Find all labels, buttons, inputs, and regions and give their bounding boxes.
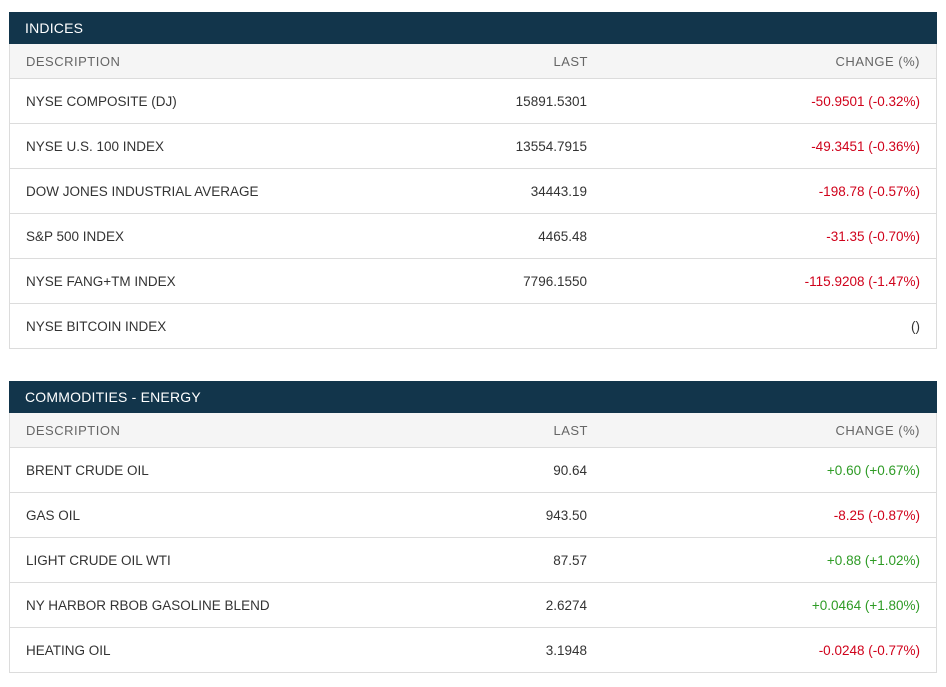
- indices-table-header: DESCRIPTION LAST CHANGE (%): [10, 44, 936, 79]
- row-change: -115.9208 (-1.47%): [804, 273, 920, 289]
- row-last: 15891.5301: [515, 93, 587, 109]
- table-row[interactable]: NYSE COMPOSITE (DJ) 15891.5301 -50.9501 …: [10, 79, 936, 124]
- row-description[interactable]: BRENT CRUDE OIL: [10, 463, 330, 478]
- energy-table: DESCRIPTION LAST CHANGE (%) BRENT CRUDE …: [9, 413, 937, 673]
- indices-panel: INDICES DESCRIPTION LAST CHANGE (%) NYSE…: [9, 12, 937, 349]
- column-header-last: LAST: [553, 422, 588, 438]
- row-last: 3.1948: [545, 642, 587, 658]
- row-last: 13554.7915: [515, 138, 587, 154]
- row-change: -8.25 (-0.87%): [833, 507, 920, 523]
- row-description[interactable]: NY HARBOR RBOB GASOLINE BLEND: [10, 598, 330, 613]
- row-description[interactable]: HEATING OIL: [10, 643, 330, 658]
- column-header-change: CHANGE (%): [835, 53, 920, 69]
- column-header-change: CHANGE (%): [835, 422, 920, 438]
- indices-table: DESCRIPTION LAST CHANGE (%) NYSE COMPOSI…: [9, 44, 937, 349]
- row-last: 34443.19: [530, 183, 587, 199]
- table-row[interactable]: BRENT CRUDE OIL 90.64 +0.60 (+0.67%): [10, 448, 936, 493]
- column-header-description: DESCRIPTION: [26, 53, 121, 69]
- row-change: -31.35 (-0.70%): [826, 228, 920, 244]
- row-last: 7796.1550: [523, 273, 587, 289]
- market-data-page: INDICES DESCRIPTION LAST CHANGE (%) NYSE…: [0, 0, 946, 687]
- table-row[interactable]: S&P 500 INDEX 4465.48 -31.35 (-0.70%): [10, 214, 936, 259]
- table-row[interactable]: DOW JONES INDUSTRIAL AVERAGE 34443.19 -1…: [10, 169, 936, 214]
- row-change: -0.0248 (-0.77%): [818, 642, 920, 658]
- row-description[interactable]: NYSE U.S. 100 INDEX: [10, 139, 330, 154]
- row-last: 4465.48: [538, 228, 587, 244]
- row-change: -49.3451 (-0.36%): [811, 138, 920, 154]
- table-row[interactable]: NYSE FANG+TM INDEX 7796.1550 -115.9208 (…: [10, 259, 936, 304]
- column-header-description: DESCRIPTION: [26, 422, 121, 438]
- row-last: 2.6274: [545, 597, 587, 613]
- indices-panel-title: INDICES: [9, 12, 937, 44]
- energy-panel: COMMODITIES - ENERGY DESCRIPTION LAST CH…: [9, 381, 937, 673]
- energy-table-header: DESCRIPTION LAST CHANGE (%): [10, 413, 936, 448]
- row-last: 90.64: [553, 462, 587, 478]
- table-row[interactable]: HEATING OIL 3.1948 -0.0248 (-0.77%): [10, 628, 936, 673]
- row-description[interactable]: NYSE FANG+TM INDEX: [10, 274, 330, 289]
- row-description[interactable]: S&P 500 INDEX: [10, 229, 330, 244]
- row-last: 87.57: [553, 552, 587, 568]
- row-description[interactable]: NYSE BITCOIN INDEX: [10, 319, 330, 334]
- row-change: (): [911, 318, 920, 334]
- row-description[interactable]: LIGHT CRUDE OIL WTI: [10, 553, 330, 568]
- row-last: 943.50: [545, 507, 587, 523]
- table-row[interactable]: NY HARBOR RBOB GASOLINE BLEND 2.6274 +0.…: [10, 583, 936, 628]
- table-row[interactable]: NYSE U.S. 100 INDEX 13554.7915 -49.3451 …: [10, 124, 936, 169]
- row-change: +0.88 (+1.02%): [826, 552, 920, 568]
- table-row[interactable]: LIGHT CRUDE OIL WTI 87.57 +0.88 (+1.02%): [10, 538, 936, 583]
- table-row[interactable]: NYSE BITCOIN INDEX (): [10, 304, 936, 349]
- row-description[interactable]: GAS OIL: [10, 508, 330, 523]
- row-change: -198.78 (-0.57%): [818, 183, 920, 199]
- column-header-last: LAST: [553, 53, 588, 69]
- energy-panel-title: COMMODITIES - ENERGY: [9, 381, 937, 413]
- row-description[interactable]: DOW JONES INDUSTRIAL AVERAGE: [10, 184, 330, 199]
- row-change: +0.0464 (+1.80%): [811, 597, 920, 613]
- table-row[interactable]: GAS OIL 943.50 -8.25 (-0.87%): [10, 493, 936, 538]
- row-change: -50.9501 (-0.32%): [811, 93, 920, 109]
- row-change: +0.60 (+0.67%): [826, 462, 920, 478]
- row-description[interactable]: NYSE COMPOSITE (DJ): [10, 94, 330, 109]
